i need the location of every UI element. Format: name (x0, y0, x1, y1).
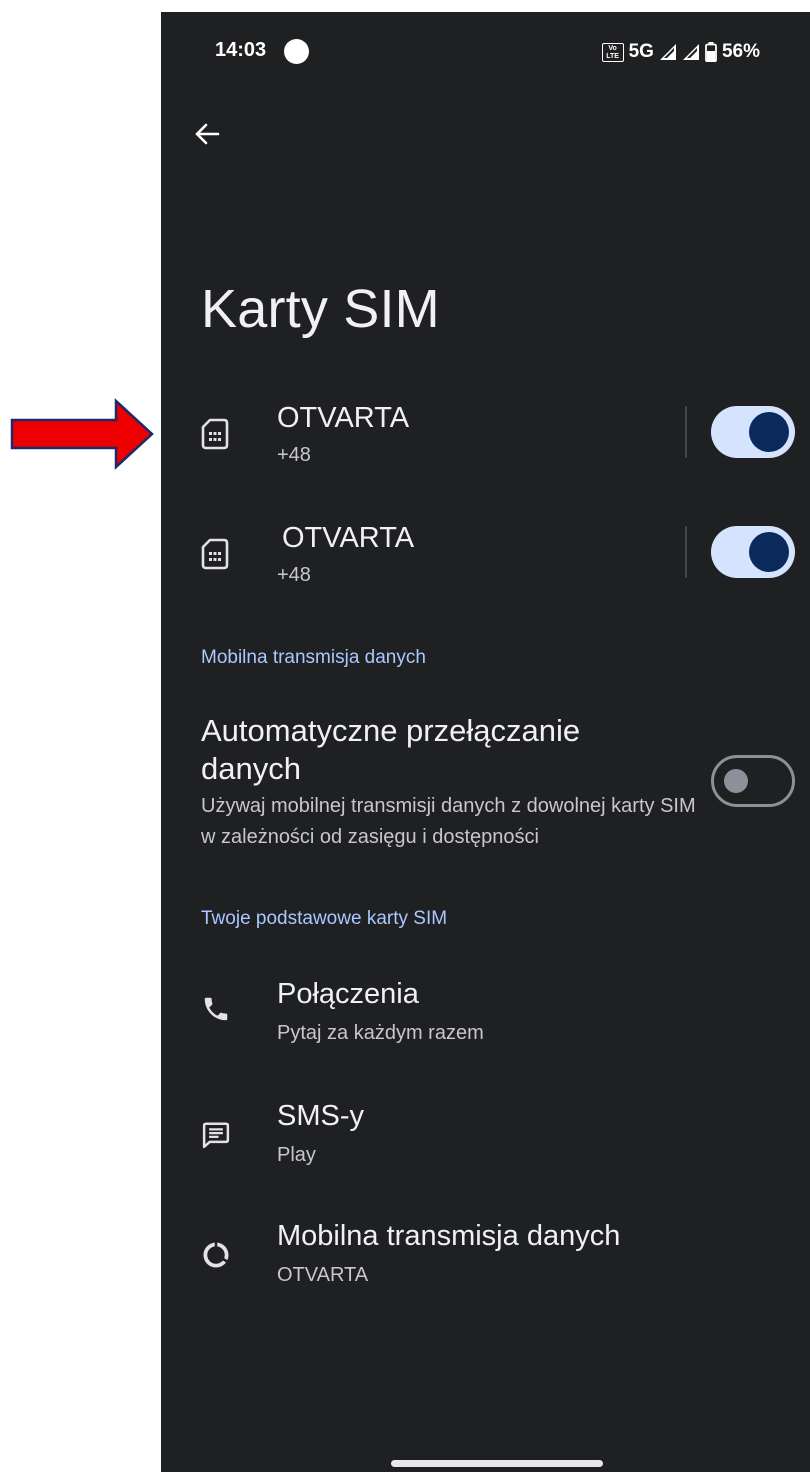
auto-switch-toggle[interactable] (711, 755, 795, 807)
phone-icon (204, 997, 228, 1021)
gesture-nav-handle[interactable] (391, 1460, 603, 1467)
pref-row-mobile-data[interactable]: Mobilna transmisja danych OTVARTA (161, 1220, 810, 1310)
battery-icon (705, 42, 717, 62)
notification-dot-icon (284, 39, 309, 64)
message-icon (202, 1122, 230, 1149)
status-time: 14:03 (215, 39, 267, 61)
toggle-knob (749, 412, 789, 452)
screenshot-canvas: 14:03 Vo LTE 5G 56% Karty SIM OTVARTA +4… (0, 0, 810, 1472)
auto-switch-description: Używaj mobilnej transmisji danych z dowo… (201, 795, 696, 848)
sim-row-2[interactable]: OTVARTA +48 (161, 520, 810, 610)
annotation-arrow-icon (10, 398, 154, 470)
signal-sim1-icon (659, 44, 676, 60)
phone-screen: 14:03 Vo LTE 5G 56% Karty SIM OTVARTA +4… (161, 12, 810, 1472)
section-header-mobile-data: Mobilna transmisja danych (201, 647, 426, 668)
back-button[interactable] (185, 112, 229, 156)
page-title: Karty SIM (201, 279, 440, 339)
signal-sim2-icon (682, 44, 699, 60)
sim-1-name: OTVARTA (277, 402, 410, 434)
sim-2-divider (685, 526, 687, 578)
sim-1-toggle[interactable] (711, 406, 795, 458)
calls-subtitle: Pytaj za każdym razem (277, 1022, 484, 1044)
toggle-knob (724, 769, 748, 793)
sim-row-1[interactable]: OTVARTA +48 (161, 400, 810, 490)
volte-icon: Vo LTE (601, 42, 624, 62)
section-header-primary-sims: Twoje podstawowe karty SIM (201, 908, 448, 929)
sim-1-number: +48 (277, 444, 311, 466)
sms-subtitle: Play (277, 1144, 316, 1166)
sim-1-divider (685, 406, 687, 458)
network-type: 5G (628, 41, 654, 62)
arrow-back-icon (195, 123, 220, 145)
data-usage-icon (203, 1242, 229, 1268)
toggle-knob (749, 532, 789, 572)
sim-card-icon (201, 538, 229, 570)
sms-title: SMS-y (277, 1100, 364, 1132)
pref-row-sms[interactable]: SMS-y Play (161, 1100, 810, 1190)
status-bar: 14:03 Vo LTE 5G 56% (161, 12, 810, 92)
sim-card-icon (201, 418, 229, 450)
pref-row-calls[interactable]: Połączenia Pytaj za każdym razem (161, 978, 810, 1068)
calls-title: Połączenia (277, 978, 419, 1010)
mobile-data-title: Mobilna transmisja danych (277, 1220, 621, 1252)
sim-2-name: OTVARTA (282, 522, 415, 554)
battery-level: 56% (721, 41, 760, 62)
auto-switch-title: Automatyczne przełączanie danych (201, 713, 581, 786)
status-indicators: Vo LTE 5G 56% (601, 39, 760, 65)
sim-2-number: +48 (277, 564, 311, 586)
mobile-data-subtitle: OTVARTA (277, 1264, 369, 1286)
sim-2-toggle[interactable] (711, 526, 795, 578)
